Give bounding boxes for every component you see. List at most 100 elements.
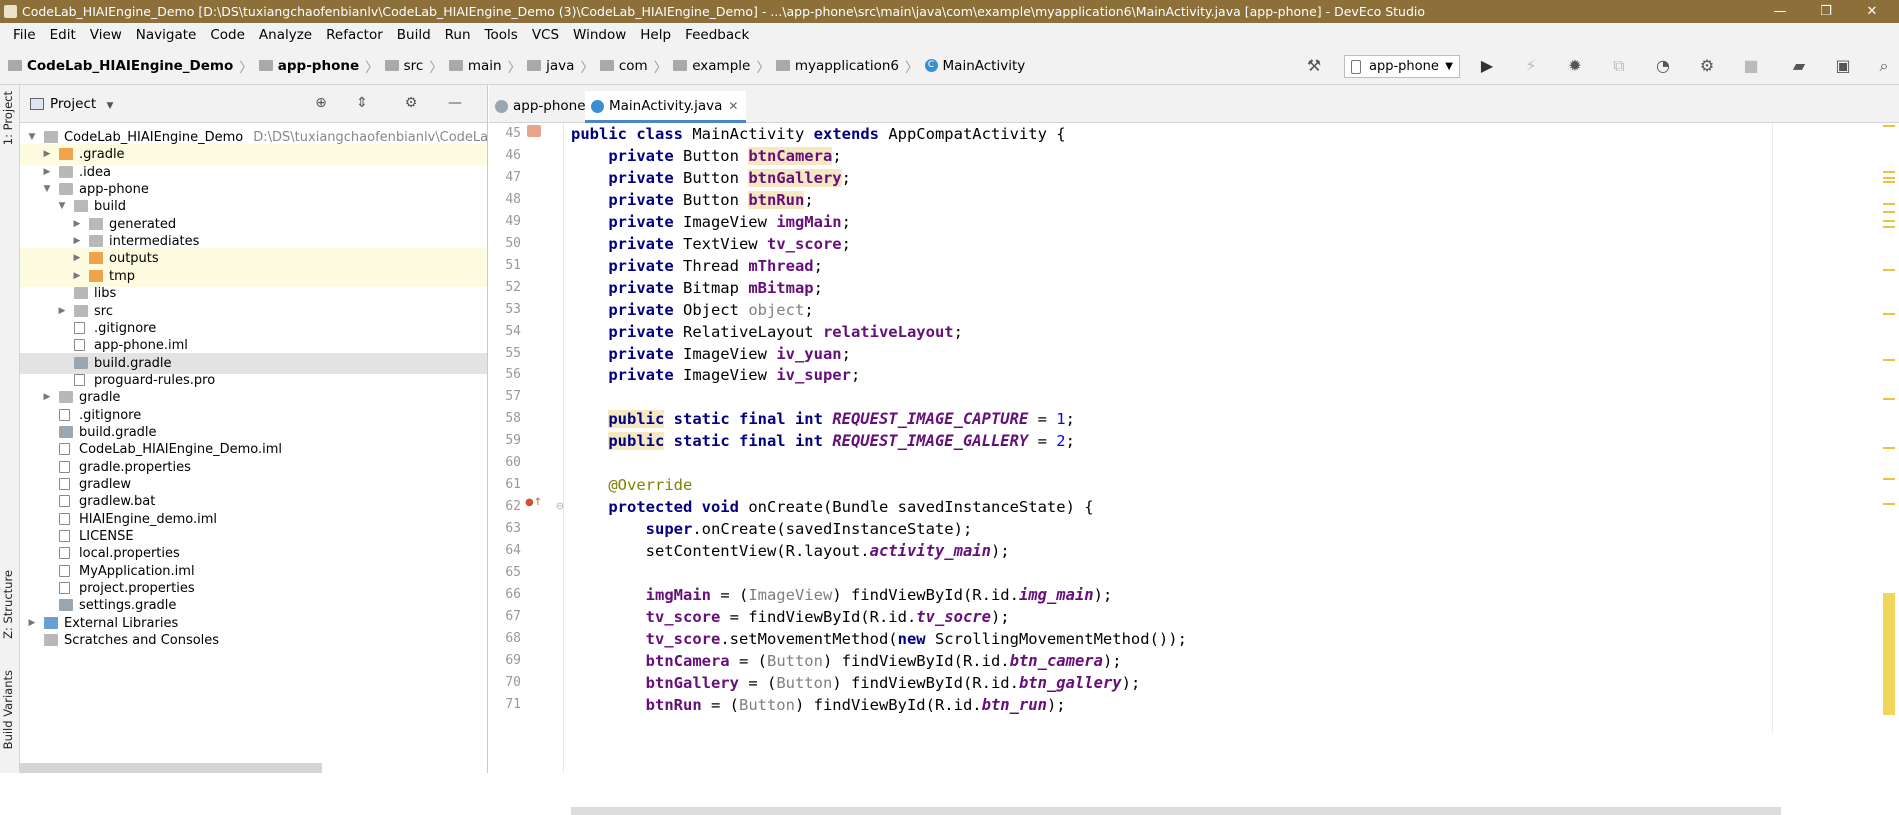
code-line[interactable]: @Override <box>571 474 692 496</box>
breadcrumb-item[interactable]: example 〉 <box>673 56 770 76</box>
stripe-marker[interactable] <box>1883 313 1895 315</box>
stripe-marker[interactable] <box>1883 181 1895 183</box>
code-line[interactable]: private Button btnCamera; <box>571 145 842 167</box>
code-line[interactable]: private Thread mThread; <box>571 255 823 277</box>
locate-icon[interactable]: ⊕ <box>309 91 333 115</box>
code-line[interactable]: private Bitmap mBitmap; <box>571 277 823 299</box>
menu-item-code[interactable]: Code <box>203 27 252 43</box>
menu-item-run[interactable]: Run <box>438 27 478 43</box>
stripe-marker[interactable] <box>1883 171 1895 173</box>
search-icon[interactable]: ⌕ <box>1871 53 1897 79</box>
code-line[interactable]: public class MainActivity extends AppCom… <box>571 123 1066 145</box>
close-button[interactable]: ✕ <box>1849 0 1895 23</box>
menu-item-window[interactable]: Window <box>566 27 633 43</box>
sdk-manager-icon[interactable]: ⚙ <box>1694 53 1720 79</box>
fold-icon[interactable]: ⊖ <box>553 501 567 513</box>
tool-tab-build-variants[interactable]: Build Variants <box>1 670 15 749</box>
stripe-marker[interactable] <box>1883 203 1895 205</box>
breadcrumb-item[interactable]: myapplication6 〉 <box>775 56 919 76</box>
menu-item-feedback[interactable]: Feedback <box>678 27 756 43</box>
code-line[interactable]: private Object object; <box>571 299 813 321</box>
code-line[interactable]: btnRun = (Button) findViewById(R.id.btn_… <box>571 694 1066 716</box>
stripe-marker[interactable] <box>1883 447 1895 449</box>
hammer-icon[interactable]: ⚒ <box>1301 53 1327 79</box>
breadcrumb-item[interactable]: com 〉 <box>599 56 667 76</box>
stripe-marker[interactable] <box>1883 177 1895 179</box>
error-stripe[interactable] <box>1879 123 1899 773</box>
horizontal-scrollbar[interactable] <box>20 763 322 773</box>
tool-tab-structure[interactable]: Z: Structure <box>1 570 15 639</box>
code-line[interactable]: protected void onCreate(Bundle savedInst… <box>571 496 1094 518</box>
stripe-marker[interactable] <box>1883 211 1895 213</box>
gear-icon[interactable]: ⚙ <box>399 91 423 115</box>
stop-icon[interactable]: ■ <box>1738 53 1764 79</box>
attach-debugger-icon[interactable]: ⧉ <box>1606 53 1632 79</box>
maximize-button[interactable]: ❐ <box>1803 0 1849 23</box>
profile-icon[interactable]: ◔ <box>1650 53 1676 79</box>
run-icon[interactable]: ▶ <box>1474 53 1500 79</box>
breadcrumb-item[interactable]: C MainActivity <box>924 58 1025 74</box>
run-config-select[interactable]: app-phone ▼ <box>1344 55 1460 78</box>
breadcrumb-item[interactable]: java 〉 <box>527 56 594 76</box>
breadcrumb-item[interactable]: main 〉 <box>448 56 521 76</box>
stripe-marker[interactable] <box>1883 125 1895 127</box>
overrides-method-icon[interactable]: ●↑ <box>525 497 542 509</box>
tree-item[interactable]: Scratches and Consoles <box>20 630 487 651</box>
menu-item-file[interactable]: File <box>6 27 43 43</box>
code-line[interactable]: imgMain = (ImageView) findViewById(R.id.… <box>571 584 1113 606</box>
menu-item-analyze[interactable]: Analyze <box>252 27 319 43</box>
code-line[interactable]: private Button btnGallery; <box>571 167 851 189</box>
debug-icon[interactable]: ✹ <box>1562 53 1588 79</box>
code-line[interactable]: private TextView tv_score; <box>571 233 851 255</box>
project-view-select[interactable]: Project <box>50 96 96 112</box>
code-line[interactable]: private ImageView iv_yuan; <box>571 343 851 365</box>
scroll-thumb[interactable] <box>1883 593 1895 715</box>
breadcrumb-item[interactable]: src 〉 <box>384 56 443 76</box>
collapse-all-icon[interactable]: ⇕ <box>350 91 374 115</box>
code-line[interactable]: tv_score = findViewById(R.id.tv_socre); <box>571 606 1010 628</box>
code-line[interactable]: super.onCreate(savedInstanceState); <box>571 518 973 540</box>
chevron-down-icon[interactable]: ▼ <box>107 101 114 111</box>
minimize-button[interactable]: — <box>1757 0 1803 23</box>
project-structure-icon[interactable]: ▰ <box>1786 53 1812 79</box>
menu-item-edit[interactable]: Edit <box>43 27 83 43</box>
stripe-marker[interactable] <box>1883 398 1895 400</box>
stripe-marker[interactable] <box>1883 269 1895 271</box>
code-token: onCreate(Bundle savedInstanceState) { <box>748 498 1094 517</box>
stripe-marker[interactable] <box>1883 359 1895 361</box>
code-line[interactable]: btnCamera = (Button) findViewById(R.id.b… <box>571 650 1122 672</box>
code-token: btnGallery <box>645 673 739 692</box>
code-line[interactable]: private RelativeLayout relativeLayout; <box>571 321 963 343</box>
stripe-marker[interactable] <box>1883 226 1895 228</box>
menu-item-navigate[interactable]: Navigate <box>129 27 204 43</box>
menu-item-view[interactable]: View <box>83 27 129 43</box>
code-line[interactable]: tv_score.setMovementMethod(new Scrolling… <box>571 628 1187 650</box>
code-line[interactable]: private ImageView iv_super; <box>571 364 860 386</box>
menu-item-refactor[interactable]: Refactor <box>319 27 390 43</box>
code-token: Object <box>682 300 749 319</box>
override-marker-icon[interactable] <box>527 125 541 137</box>
hide-icon[interactable]: — <box>443 91 467 115</box>
menu-item-build[interactable]: Build <box>390 27 438 43</box>
menu-item-tools[interactable]: Tools <box>478 27 525 43</box>
stripe-marker[interactable] <box>1883 478 1895 480</box>
stripe-marker[interactable] <box>1883 220 1895 222</box>
close-icon[interactable]: ✕ <box>728 91 738 121</box>
code-area[interactable]: public class MainActivity extends AppCom… <box>571 123 1771 743</box>
code-line[interactable]: setContentView(R.layout.activity_main); <box>571 540 1010 562</box>
breadcrumb-item[interactable]: app-phone 〉 <box>258 56 379 76</box>
device-manager-icon[interactable]: ▣ <box>1830 53 1856 79</box>
code-line[interactable]: private Button btnRun; <box>571 189 814 211</box>
code-line[interactable]: btnGallery = (Button) findViewById(R.id.… <box>571 672 1141 694</box>
breadcrumb-item[interactable]: CodeLab_HIAIEngine_Demo 〉 <box>8 56 253 76</box>
editor-horizontal-scrollbar[interactable] <box>571 807 1781 815</box>
stripe-marker[interactable] <box>1883 503 1895 505</box>
menu-item-vcs[interactable]: VCS <box>525 27 566 43</box>
code-line[interactable]: private ImageView imgMain; <box>571 211 851 233</box>
apply-changes-icon[interactable]: ⚡ <box>1518 53 1544 79</box>
tool-tab-project[interactable]: 1: Project <box>1 91 15 145</box>
menu-item-help[interactable]: Help <box>633 27 678 43</box>
tab-mainactivity-java[interactable]: MainActivity.java ✕ <box>585 91 747 123</box>
code-line[interactable]: public static final int REQUEST_IMAGE_GA… <box>571 430 1075 452</box>
code-line[interactable]: public static final int REQUEST_IMAGE_CA… <box>571 408 1075 430</box>
